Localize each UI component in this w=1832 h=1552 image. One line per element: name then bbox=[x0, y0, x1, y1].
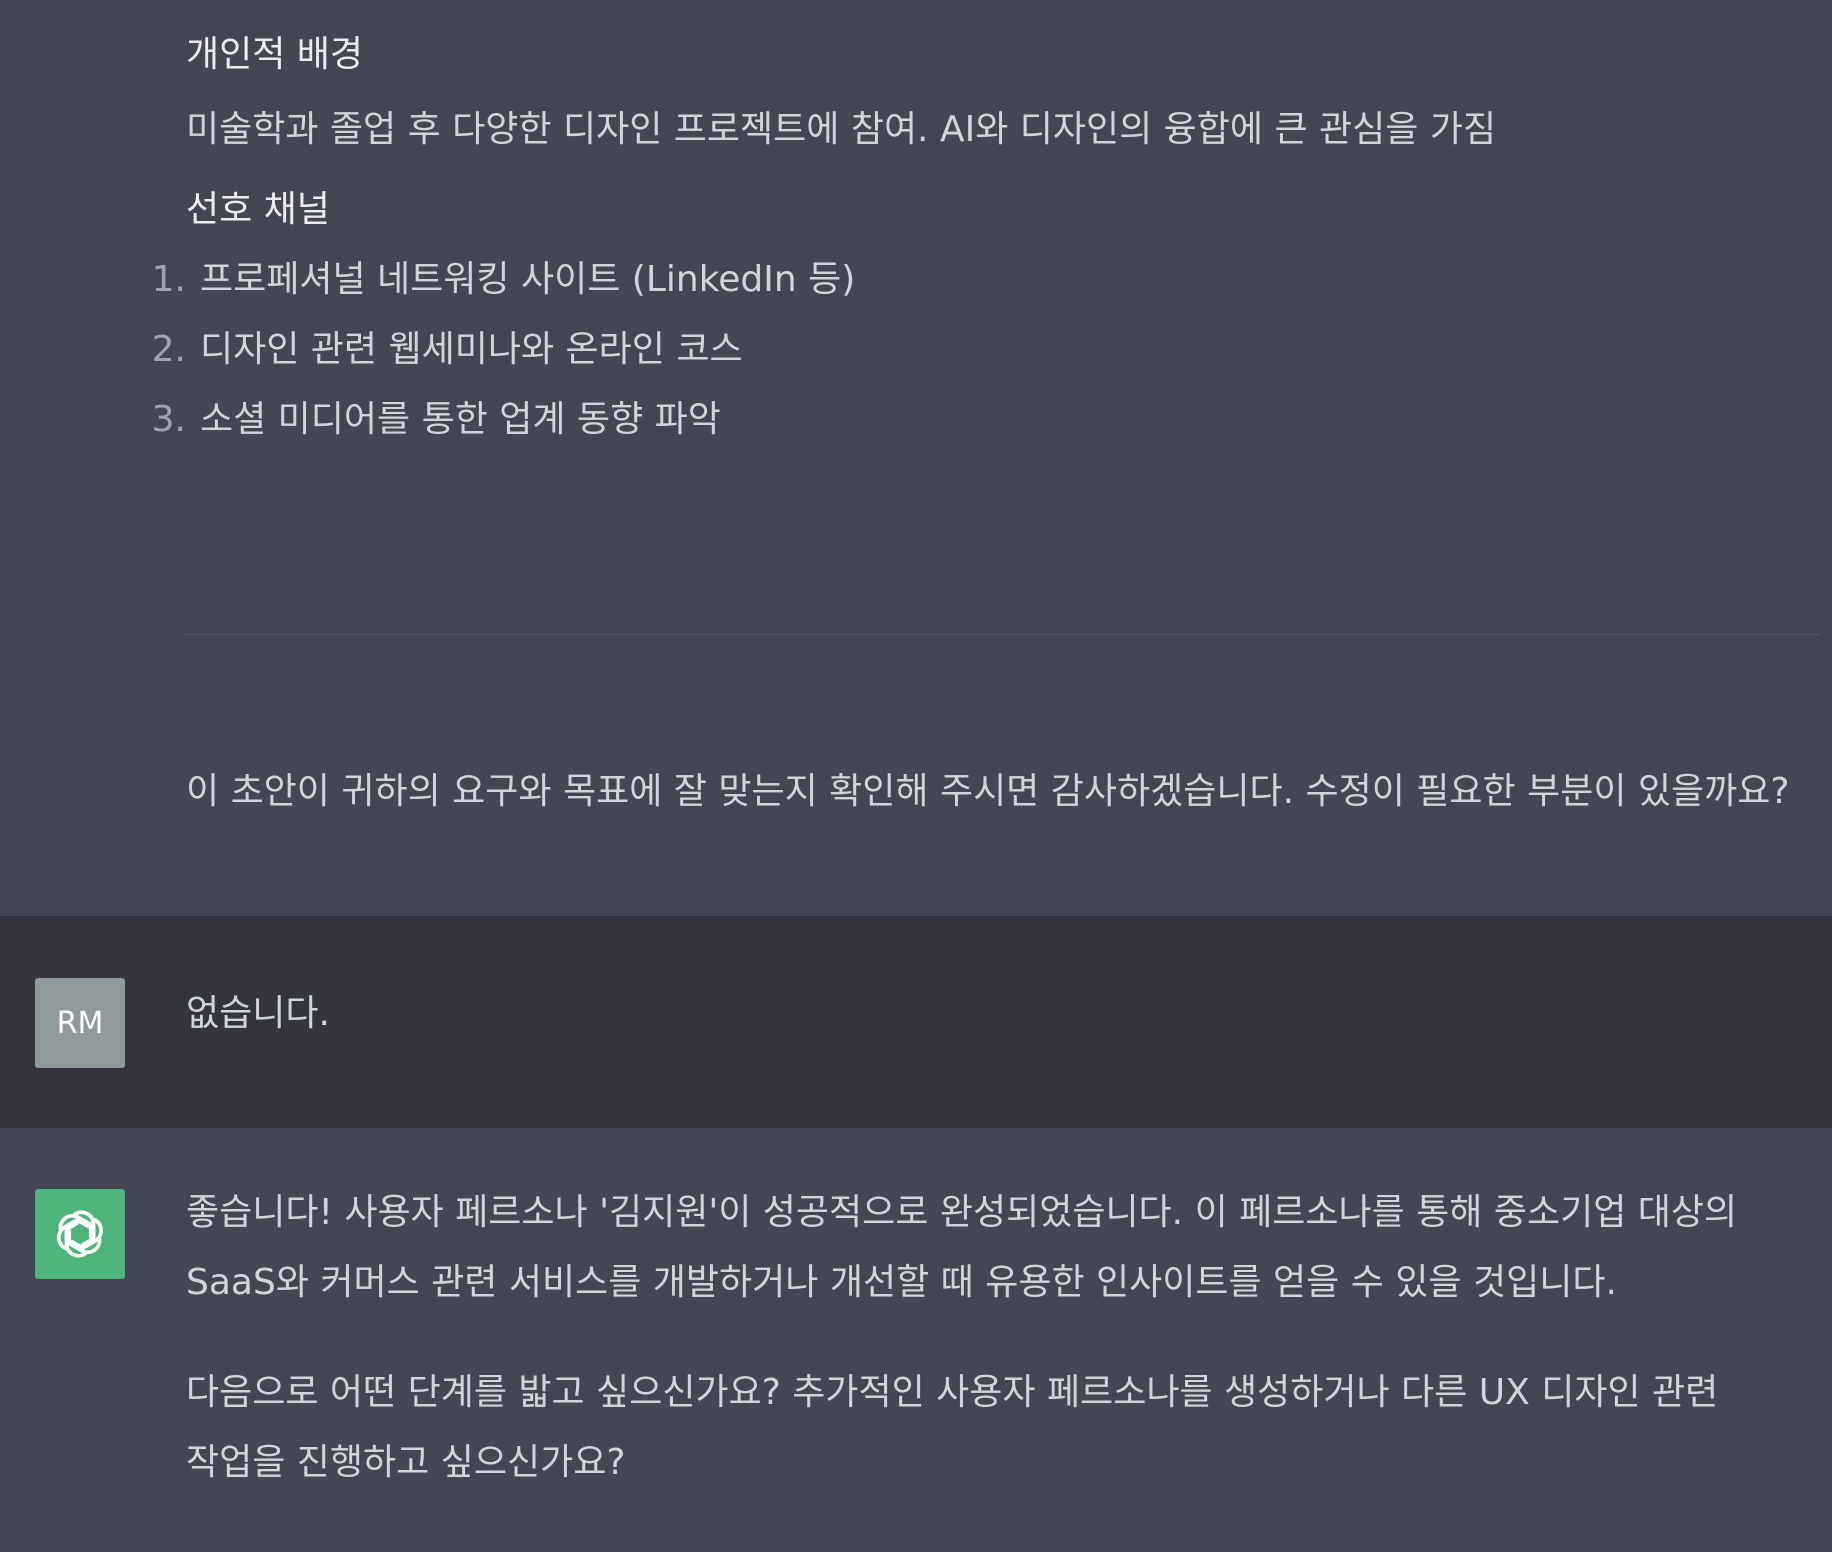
avatar-initials: RM bbox=[56, 1005, 104, 1041]
channels-list: 1. 프로페셔널 네트워킹 사이트 (LinkedIn 등) 2. 디자인 관련… bbox=[152, 245, 1812, 455]
horizontal-rule bbox=[182, 634, 1820, 635]
list-number: 3. bbox=[151, 399, 186, 440]
channels-heading: 선호 채널 bbox=[186, 189, 330, 230]
message-content: 개인적 배경 미술학과 졸업 후 다양한 디자인 프로젝트에 참여. AI와 디… bbox=[152, 30, 1812, 455]
list-text: 디자인 관련 웹세미나와 온라인 코스 bbox=[200, 329, 743, 370]
list-text: 소셜 미디어를 통한 업계 동향 파악 bbox=[200, 399, 721, 440]
list-item: 1. 프로페셔널 네트워킹 사이트 (LinkedIn 등) bbox=[152, 245, 1812, 315]
message-content: 좋습니다! 사용자 페르소나 '김지원'이 성공적으로 완성되었습니다. 이 페… bbox=[186, 1178, 1752, 1498]
list-item: 3. 소셜 미디어를 통한 업계 동향 파악 bbox=[152, 385, 1812, 455]
user-message: RM 없습니다. bbox=[0, 916, 1832, 1128]
reply-paragraph-2: 다음으로 어떤 단계를 밟고 싶으신가요? 추가적인 사용자 페르소나를 생성하… bbox=[186, 1372, 1719, 1483]
message-content: 없습니다. bbox=[186, 989, 1812, 1039]
user-avatar: RM bbox=[35, 978, 125, 1068]
reply-paragraph-1: 좋습니다! 사용자 페르소나 '김지원'이 성공적으로 완성되었습니다. 이 페… bbox=[186, 1192, 1738, 1303]
list-item: 2. 디자인 관련 웹세미나와 온라인 코스 bbox=[152, 315, 1812, 385]
closing-wrap: 이 초안이 귀하의 요구와 목표에 잘 맞는지 확인해 주시면 감사하겠습니다.… bbox=[186, 757, 1812, 827]
background-text: 미술학과 졸업 후 다양한 디자인 프로젝트에 참여. AI와 디자인의 융합에… bbox=[186, 109, 1497, 150]
openai-logo-icon bbox=[35, 1189, 125, 1279]
assistant-message-2: 좋습니다! 사용자 페르소나 '김지원'이 성공적으로 완성되었습니다. 이 페… bbox=[0, 1128, 1832, 1552]
list-number: 2. bbox=[151, 329, 186, 370]
closing-text: 이 초안이 귀하의 요구와 목표에 잘 맞는지 확인해 주시면 감사하겠습니다.… bbox=[186, 771, 1790, 812]
list-text: 프로페셔널 네트워킹 사이트 (LinkedIn 등) bbox=[200, 259, 856, 300]
list-number: 1. bbox=[151, 259, 186, 300]
assistant-message-1: 개인적 배경 미술학과 졸업 후 다양한 디자인 프로젝트에 참여. AI와 디… bbox=[0, 0, 1832, 916]
background-heading: 개인적 배경 bbox=[186, 34, 364, 75]
openai-logo-icon bbox=[57, 1210, 103, 1258]
user-text: 없습니다. bbox=[186, 993, 330, 1034]
